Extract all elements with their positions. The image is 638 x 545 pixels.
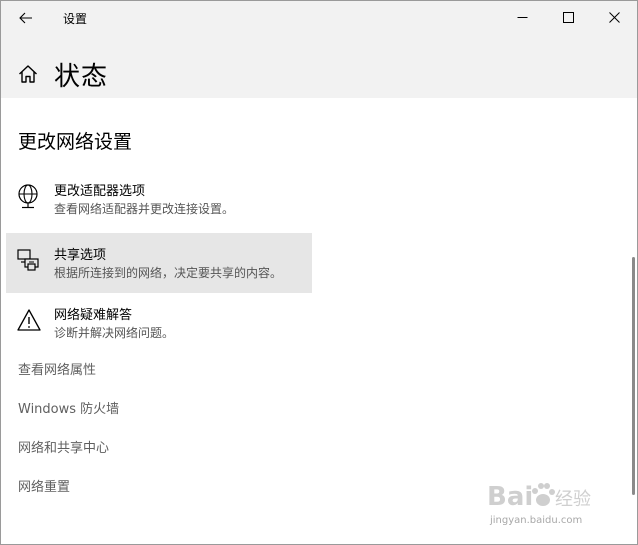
svg-text:经验: 经验 xyxy=(555,489,591,510)
watermark-logo: Bai 经验 xyxy=(487,482,591,512)
sharing-icon xyxy=(16,247,42,273)
globe-network-icon xyxy=(16,183,42,209)
sharing-options[interactable]: 共享选项 根据所连接到的网络，决定要共享的内容。 xyxy=(6,233,312,293)
title-bar: 设置 xyxy=(1,1,637,35)
windows-firewall-link[interactable]: Windows 防火墙 xyxy=(18,398,119,417)
view-network-properties-link[interactable]: 查看网络属性 xyxy=(18,359,96,378)
maximize-icon xyxy=(562,12,574,23)
change-adapter-options[interactable]: 更改适配器选项 查看网络适配器并更改连接设置。 xyxy=(6,169,312,229)
maximize-button[interactable] xyxy=(545,1,591,34)
close-button[interactable] xyxy=(591,1,637,34)
svg-text:Bai: Bai xyxy=(487,482,533,512)
header-area: 设置 状态 xyxy=(1,1,637,98)
home-icon[interactable] xyxy=(17,63,39,85)
option-description: 根据所连接到的网络，决定要共享的内容。 xyxy=(54,266,283,280)
option-title: 共享选项 xyxy=(54,248,107,263)
minimize-icon xyxy=(517,17,527,18)
network-reset-link[interactable]: 网络重置 xyxy=(18,476,70,495)
warning-icon xyxy=(16,307,42,333)
settings-window: 设置 状态 更改网络设置 更改适配器选项 查看网络适配器并更改连接设置。 共享选… xyxy=(0,0,638,545)
option-title: 更改适配器选项 xyxy=(54,184,146,199)
option-title: 网络疑难解答 xyxy=(54,308,133,323)
close-icon xyxy=(608,12,620,23)
watermark-url: jingyan.baidu.com xyxy=(490,515,583,526)
network-troubleshooter[interactable]: 网络疑难解答 诊断并解决网络问题。 xyxy=(6,293,312,353)
option-description: 诊断并解决网络问题。 xyxy=(54,326,175,340)
minimize-button[interactable] xyxy=(499,1,545,34)
option-description: 查看网络适配器并更改连接设置。 xyxy=(54,202,235,216)
app-title: 设置 xyxy=(63,12,88,26)
back-button[interactable] xyxy=(9,4,43,32)
vertical-scrollbar[interactable] xyxy=(632,257,635,495)
page-title: 状态 xyxy=(54,62,109,92)
back-arrow-icon xyxy=(19,12,32,24)
network-sharing-center-link[interactable]: 网络和共享中心 xyxy=(18,437,109,456)
section-title: 更改网络设置 xyxy=(18,131,133,153)
